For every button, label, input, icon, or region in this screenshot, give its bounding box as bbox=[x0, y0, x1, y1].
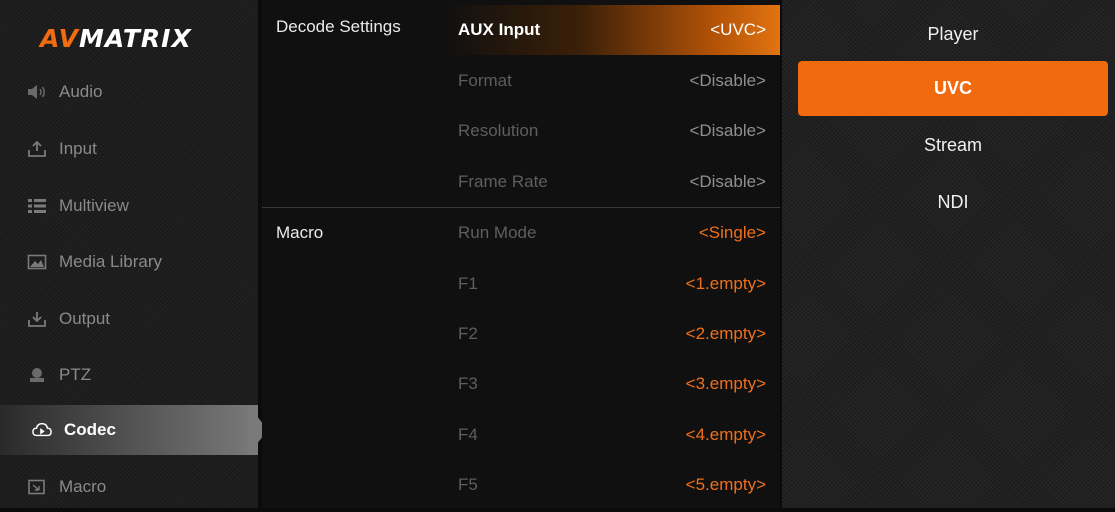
setting-label: F3 bbox=[458, 374, 478, 393]
setting-row-run-mode[interactable]: Run Mode <Single> bbox=[444, 208, 780, 258]
setting-row-f2[interactable]: F2 <2.empty> bbox=[444, 309, 780, 359]
setting-value: <2.empty> bbox=[685, 324, 766, 343]
settings-panel: Decode Settings AUX Input <UVC> Format <… bbox=[262, 0, 780, 508]
option-list-panel: Player UVC Stream NDI bbox=[782, 0, 1115, 508]
sidebar-item-codec[interactable]: Codec bbox=[0, 405, 258, 455]
setting-value: <Disable> bbox=[689, 172, 766, 191]
sidebar-item-media-library[interactable]: Media Library bbox=[0, 237, 258, 287]
logo-text: MATRIX bbox=[79, 23, 192, 53]
setting-row-aux-input[interactable]: AUX Input <UVC> bbox=[444, 5, 780, 55]
sidebar-item-label: Input bbox=[59, 139, 97, 158]
setting-value: <UVC> bbox=[710, 20, 766, 39]
setting-label: F5 bbox=[458, 475, 478, 494]
download-icon bbox=[27, 311, 47, 327]
setting-value: <Disable> bbox=[689, 71, 766, 90]
setting-label: F1 bbox=[458, 274, 478, 293]
setting-value: <3.empty> bbox=[685, 374, 766, 393]
setting-label: F2 bbox=[458, 324, 478, 343]
logo-accent: AV bbox=[40, 23, 79, 53]
macro-icon bbox=[27, 479, 47, 495]
setting-row-f4[interactable]: F4 <4.empty> bbox=[444, 410, 780, 460]
camera-icon bbox=[27, 367, 47, 383]
setting-row-f5[interactable]: F5 <5.empty> bbox=[444, 460, 780, 510]
sidebar-item-label: Multiview bbox=[59, 196, 129, 215]
sidebar-item-label: PTZ bbox=[59, 365, 92, 384]
setting-label: Resolution bbox=[458, 121, 539, 140]
setting-value: <4.empty> bbox=[685, 425, 766, 444]
sidebar-item-label: Output bbox=[59, 309, 111, 328]
sidebar-item-output[interactable]: Output bbox=[0, 294, 258, 344]
macro-heading: Macro bbox=[276, 223, 324, 242]
brand-logo: AV MATRIX bbox=[40, 18, 192, 58]
setting-label: Frame Rate bbox=[458, 172, 548, 191]
setting-row-frame-rate[interactable]: Frame Rate <Disable> bbox=[444, 157, 780, 207]
sidebar-item-label: Macro bbox=[59, 477, 107, 496]
sidebar-item-macro[interactable]: Macro bbox=[0, 462, 258, 512]
setting-label: F4 bbox=[458, 425, 478, 444]
setting-value: <5.empty> bbox=[685, 475, 766, 494]
upload-icon bbox=[27, 141, 47, 157]
option-ndi[interactable]: NDI bbox=[798, 175, 1108, 230]
decode-settings-heading: Decode Settings bbox=[276, 17, 401, 36]
sidebar-item-label: Media Library bbox=[59, 252, 162, 271]
option-stream[interactable]: Stream bbox=[798, 118, 1108, 173]
sidebar-item-label: Audio bbox=[59, 82, 103, 101]
setting-label: Format bbox=[458, 71, 512, 90]
setting-value: <1.empty> bbox=[685, 274, 766, 293]
image-icon bbox=[27, 254, 47, 270]
speaker-icon bbox=[27, 84, 47, 100]
setting-row-f3[interactable]: F3 <3.empty> bbox=[444, 359, 780, 409]
sidebar-item-audio[interactable]: Audio bbox=[0, 67, 258, 117]
option-player[interactable]: Player bbox=[798, 7, 1108, 62]
sidebar: AV MATRIX Audio Input Multiview Media Lib… bbox=[0, 0, 268, 508]
setting-label: AUX Input bbox=[458, 20, 541, 39]
sidebar-item-multiview[interactable]: Multiview bbox=[0, 181, 258, 231]
setting-row-format[interactable]: Format <Disable> bbox=[444, 56, 780, 106]
grid-list-icon bbox=[27, 198, 47, 214]
setting-value: <Single> bbox=[698, 223, 766, 242]
sidebar-item-label: Codec bbox=[64, 420, 116, 439]
sidebar-item-ptz[interactable]: PTZ bbox=[0, 350, 258, 400]
setting-row-f1[interactable]: F1 <1.empty> bbox=[444, 259, 780, 309]
cloud-play-icon bbox=[32, 422, 52, 438]
setting-value: <Disable> bbox=[689, 121, 766, 140]
option-uvc[interactable]: UVC bbox=[798, 61, 1108, 116]
setting-label: Run Mode bbox=[458, 223, 537, 242]
setting-row-resolution[interactable]: Resolution <Disable> bbox=[444, 106, 780, 156]
sidebar-item-input[interactable]: Input bbox=[0, 124, 258, 174]
